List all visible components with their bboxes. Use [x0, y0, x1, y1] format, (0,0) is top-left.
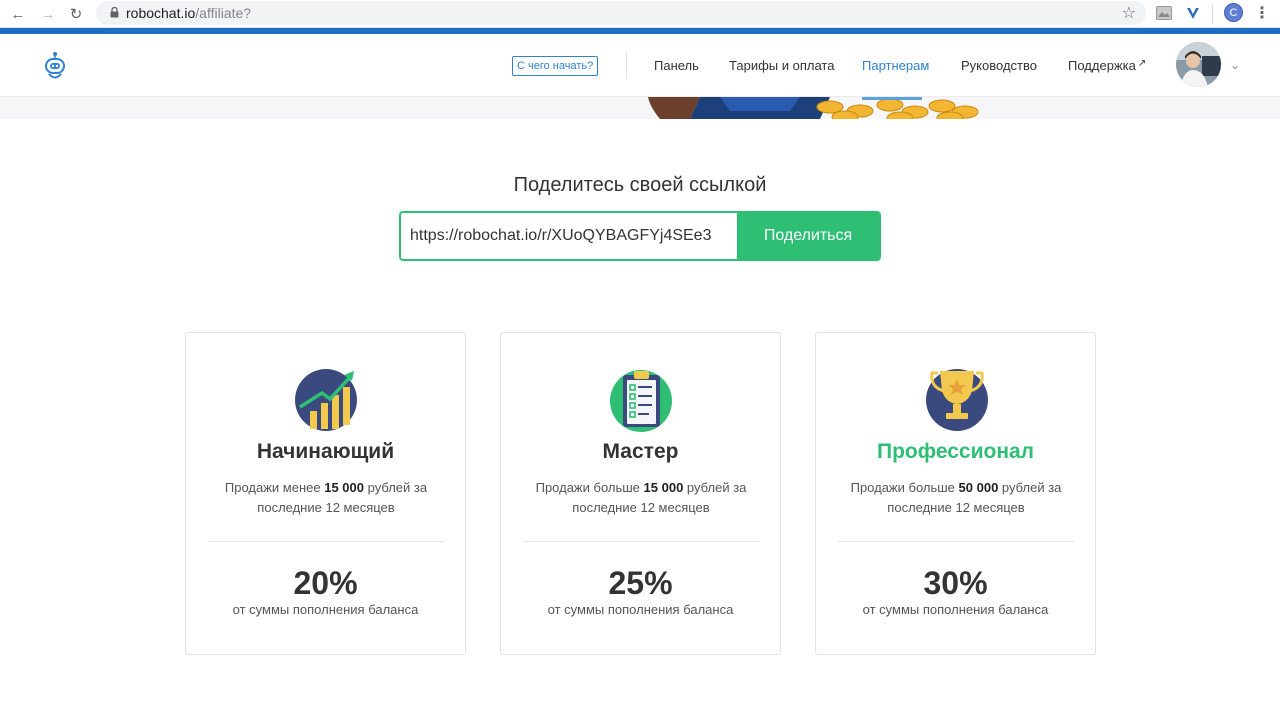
share-link-group: Поделиться — [399, 211, 881, 261]
card-divider — [523, 541, 759, 542]
robot-logo-icon[interactable] — [42, 51, 68, 81]
nav-partners[interactable]: Партнерам — [862, 58, 929, 73]
lock-icon — [110, 7, 119, 18]
tier-percent-caption: от суммы пополнения баланса — [547, 602, 734, 617]
nav-guide[interactable]: Руководство — [961, 58, 1037, 73]
referral-link-input[interactable] — [401, 213, 737, 259]
url-path: /affiliate? — [195, 5, 252, 21]
tier-card-professional: Профессионал Продажи больше 50 000 рубле… — [815, 332, 1096, 655]
card-divider — [208, 541, 444, 542]
extension-v-icon[interactable] — [1184, 4, 1202, 22]
extension-image-icon[interactable] — [1155, 4, 1173, 22]
tier-desc-prefix: Продажи больше — [535, 480, 644, 495]
coins-illustration — [648, 97, 979, 119]
nav-panel[interactable]: Панель — [654, 58, 699, 73]
tier-title: Мастер — [602, 440, 679, 463]
browser-toolbar: ← → ↻ robochat.io/affiliate? ☆ C ⋮ — [0, 0, 1280, 28]
tier-title: Начинающий — [256, 440, 395, 463]
bookmark-star-icon[interactable]: ☆ — [1122, 3, 1136, 23]
trophy-icon — [926, 369, 988, 431]
card-divider — [838, 541, 1074, 542]
site-header: С чего начать? Панель Тарифы и оплата Па… — [0, 34, 1280, 97]
tier-amount: 15 000 — [324, 480, 364, 495]
hero-banner — [0, 97, 1280, 119]
tier-amount: 50 000 — [958, 480, 999, 495]
external-link-icon: ↗ — [1137, 58, 1147, 69]
tier-desc-prefix: Продажи менее — [224, 480, 325, 495]
user-avatar[interactable] — [1176, 42, 1221, 87]
tier-desc-prefix: Продажи больше — [850, 480, 959, 495]
clipboard-checklist-icon — [610, 370, 672, 432]
tier-percent-caption: от суммы пополнения баланса — [232, 602, 419, 617]
url-host: robochat.io — [126, 5, 196, 21]
browser-menu-icon[interactable]: ⋮ — [1254, 3, 1270, 23]
tier-description: Продажи менее 15 000 рублей за последние… — [206, 478, 446, 518]
tier-percent: 20% — [293, 565, 358, 601]
tier-amount: 15 000 — [643, 480, 684, 495]
growth-chart-icon — [295, 369, 357, 431]
nav-pricing[interactable]: Тарифы и оплата — [729, 58, 834, 73]
getting-started-button[interactable]: С чего начать? — [512, 56, 599, 76]
toolbar-divider — [1212, 4, 1213, 24]
nav-support[interactable]: Поддержка ↗ — [1068, 58, 1146, 73]
tier-description: Продажи больше 50 000 рублей за последни… — [836, 478, 1076, 518]
share-button[interactable]: Поделиться — [737, 213, 879, 259]
back-arrow-icon[interactable]: ← — [8, 4, 28, 24]
tier-percent: 25% — [608, 565, 673, 601]
browser-profile-avatar[interactable]: C — [1224, 3, 1243, 22]
tier-card-beginner: Начинающий Продажи менее 15 000 рублей з… — [185, 332, 466, 655]
tier-title: Профессионал — [876, 440, 1035, 463]
tier-percent-caption: от суммы пополнения баланса — [862, 602, 1049, 617]
tier-description: Продажи больше 15 000 рублей за последни… — [521, 478, 761, 518]
user-menu-chevron-down-icon[interactable]: ⌄ — [1230, 58, 1240, 72]
forward-arrow-icon[interactable]: → — [38, 4, 58, 24]
reload-icon[interactable]: ↻ — [66, 4, 86, 24]
url-text: robochat.io/affiliate? — [126, 5, 251, 21]
nav-support-label: Поддержка — [1068, 58, 1136, 73]
share-title: Поделитесь своей ссылкой — [513, 174, 767, 196]
header-divider — [626, 51, 627, 79]
tier-percent: 30% — [923, 565, 988, 601]
tier-card-master: Мастер Продажи больше 15 000 рублей за п… — [500, 332, 781, 655]
address-bar[interactable]: robochat.io/affiliate? ☆ — [96, 1, 1146, 25]
